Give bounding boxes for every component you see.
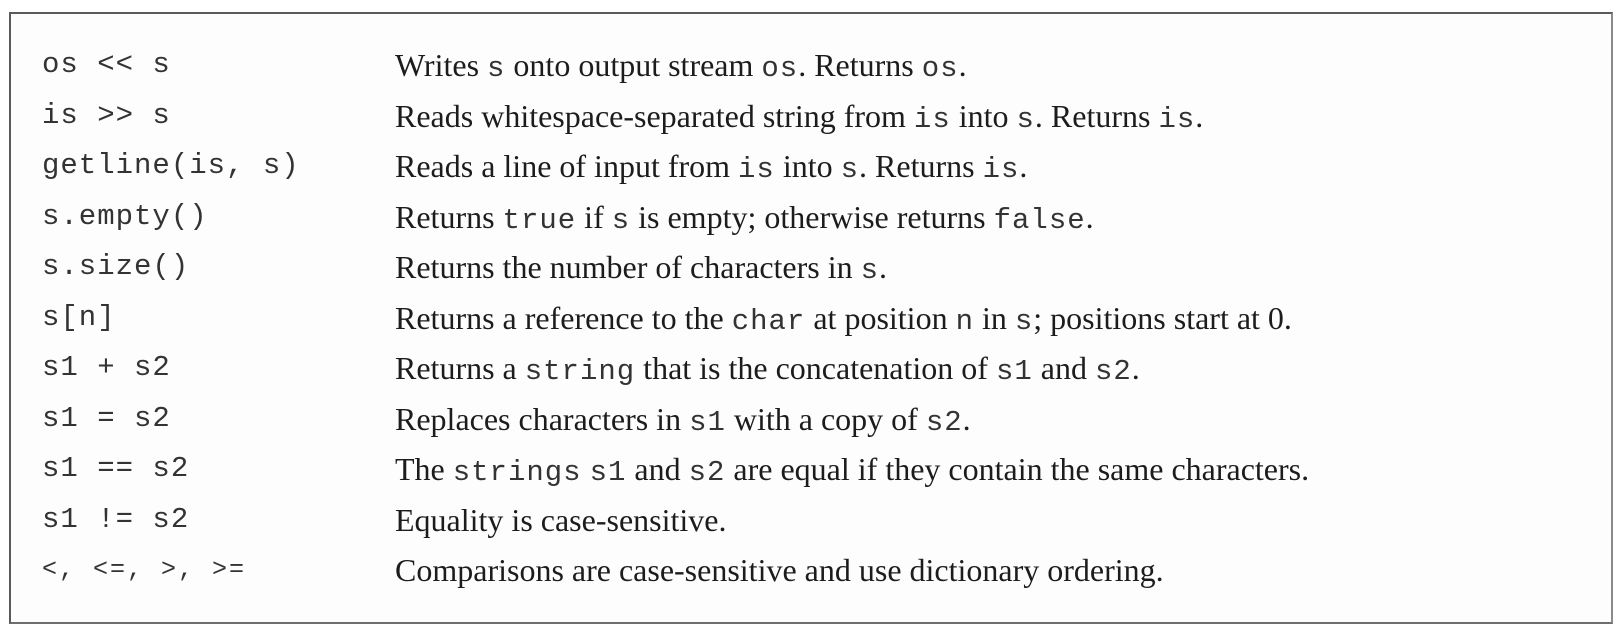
operation-cell: os << s: [42, 48, 171, 81]
inline-code: s: [1016, 102, 1035, 136]
inline-code: char: [731, 304, 806, 338]
table-row: s1 == s2 The strings s1 and s2 are equal …: [11, 444, 1611, 495]
inline-code: is: [1158, 102, 1196, 136]
operation-cell: s1 == s2: [42, 452, 190, 485]
operation-cell: getline(is, s): [42, 149, 300, 182]
inline-code: s2: [1094, 355, 1132, 388]
table-row: s1 = s2 Replaces characters in s1 with a …: [11, 394, 1611, 445]
description-cell: Replaces characters in s1 with a copy of…: [395, 394, 971, 448]
description-text: .: [962, 400, 971, 437]
table-row: s.size() Returns the number of characters…: [11, 242, 1611, 293]
description-text: ; positions start at 0.: [1033, 299, 1292, 336]
description-text: if: [576, 198, 612, 235]
description-text: The: [395, 451, 453, 487]
inline-code: strings: [452, 456, 582, 489]
description-text: into: [774, 148, 841, 184]
operation-cell: is >> s: [42, 98, 171, 132]
table-row: os << s Writes s onto output stream os. R…: [11, 40, 1611, 91]
description-text: Reads a line of input from: [395, 148, 739, 184]
description-cell: Writes s onto output stream os. Returns …: [395, 40, 967, 94]
inline-code: is: [738, 153, 775, 186]
description-text: that is the concatenation of: [635, 350, 996, 386]
string-operations-table: os << s Writes s onto output stream os. R…: [9, 12, 1613, 624]
description-text: . Returns: [1034, 97, 1159, 134]
inline-code: is: [913, 102, 951, 136]
operation-cell: s1 = s2: [42, 401, 171, 435]
description-cell: Returns a string that is the concatenati…: [395, 343, 1140, 397]
description-cell: Equality is case-sensitive.: [395, 495, 726, 545]
description-cell: Returns the number of characters in s.: [395, 242, 887, 296]
description-cell: The strings s1 and s2 are equal if they …: [395, 444, 1309, 498]
description-text: onto output stream: [505, 47, 762, 83]
description-text: with a copy of: [725, 400, 926, 437]
description-cell: Reads whitespace-separated string from i…: [395, 91, 1203, 145]
description-text: Returns a reference to the: [395, 299, 732, 336]
operation-cell: s1 != s2: [42, 502, 190, 536]
inline-code: s2: [925, 405, 963, 439]
description-cell: Comparisons are case-sensitive and use d…: [395, 545, 1164, 595]
description-text: Returns the number of characters in: [395, 249, 861, 285]
inline-code: is: [982, 153, 1020, 186]
description-text: . Returns: [859, 148, 983, 184]
inline-code: string: [524, 355, 636, 388]
operation-cell: <, <=, >, >=: [42, 555, 247, 584]
inline-code: false: [993, 203, 1086, 237]
description-text: Returns a: [395, 350, 525, 386]
description-text: .: [1019, 148, 1028, 184]
inline-code: n: [955, 304, 974, 338]
description-text: Comparisons are case-sensitive and use d…: [395, 552, 1164, 588]
description-text: in: [973, 299, 1015, 336]
table-row: getline(is, s) Reads a line of input from…: [11, 141, 1611, 192]
description-text: Reads whitespace-separated string from: [395, 97, 914, 134]
table-row: is >> s Reads whitespace-separated string…: [11, 91, 1611, 142]
table-row: s1 + s2 Returns a string that is the conc…: [11, 343, 1611, 394]
description-text: .: [1195, 97, 1204, 134]
table-row: s.empty() Returns true if s is empty; oth…: [11, 192, 1611, 243]
description-text: .: [1131, 350, 1140, 386]
operation-cell: s[n]: [42, 300, 116, 334]
inline-code: s1: [689, 405, 726, 439]
description-text: .: [958, 47, 967, 83]
table-row: s[n] Returns a reference to the char at p…: [11, 293, 1611, 344]
inline-code: os: [921, 52, 959, 85]
description-text: Returns: [395, 198, 503, 235]
operation-cell: s.size(): [42, 250, 190, 283]
description-text: Equality is case-sensitive.: [395, 501, 727, 538]
description-text: . Returns: [798, 47, 922, 83]
description-text: are equal if they contain the same chara…: [725, 451, 1310, 487]
description-text: .: [879, 249, 888, 285]
description-text: is empty; otherwise returns: [630, 198, 994, 235]
description-cell: Returns a reference to the char at posit…: [395, 293, 1292, 347]
description-text: at position: [805, 299, 956, 336]
inline-code: s: [487, 52, 506, 85]
operation-cell: s.empty(): [42, 199, 208, 233]
inline-code: os: [761, 52, 799, 85]
description-text: Writes: [395, 47, 488, 83]
inline-code: s1: [589, 456, 627, 489]
description-cell: Returns true if s is empty; otherwise re…: [395, 192, 1094, 246]
description-text: and: [1032, 350, 1095, 386]
description-text: [582, 451, 590, 487]
inline-code: s1: [995, 355, 1033, 388]
table-row: <, <=, >, >= Comparisons are case-sensiti…: [11, 545, 1611, 596]
description-text: .: [1085, 198, 1094, 235]
description-text: into: [950, 97, 1017, 134]
description-cell: Reads a line of input from is into s. Re…: [395, 141, 1027, 195]
inline-code: s: [840, 153, 860, 186]
description-text: and: [626, 451, 689, 487]
table-row: s1 != s2 Equality is case-sensitive.: [11, 495, 1611, 546]
inline-code: s2: [688, 456, 726, 489]
inline-code: s: [860, 254, 880, 287]
operation-cell: s1 + s2: [42, 351, 171, 384]
description-text: Replaces characters in: [395, 400, 690, 437]
table-body: os << s Writes s onto output stream os. R…: [11, 40, 1611, 596]
inline-code: true: [502, 203, 577, 237]
inline-code: s: [1014, 304, 1034, 338]
inline-code: s: [611, 203, 631, 237]
